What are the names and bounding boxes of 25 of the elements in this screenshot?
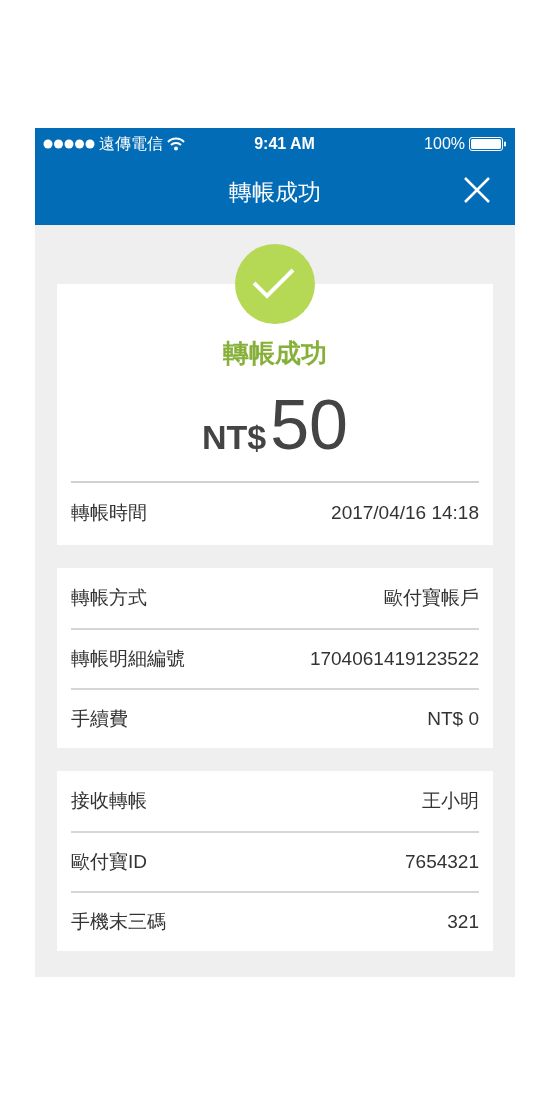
row-value: 321 <box>447 909 479 934</box>
currency-symbol: NT$ <box>201 417 267 458</box>
screen-title: 轉帳成功 <box>229 178 321 208</box>
carrier-name: 遠傳電信 <box>99 134 163 154</box>
row-label: 手續費 <box>71 706 128 731</box>
row-label: 歐付寶ID <box>71 849 147 874</box>
row-label: 轉帳明細編號 <box>71 646 185 671</box>
row-label: 轉帳時間 <box>71 500 147 525</box>
signal-icon <box>43 139 95 149</box>
battery-icon <box>469 137 507 151</box>
close-button[interactable] <box>463 176 491 204</box>
wifi-icon <box>167 137 185 151</box>
row-value: 1704061419123522 <box>309 646 479 671</box>
row-label: 接收轉帳 <box>71 788 147 813</box>
row-value: 7654321 <box>405 849 479 874</box>
battery-percent: 100% <box>424 134 465 154</box>
amount: 50 <box>270 387 349 463</box>
row-value: 2017/04/16 14:18 <box>331 500 479 525</box>
status-heading: 轉帳成功 <box>223 337 327 370</box>
row-label: 轉帳方式 <box>71 585 147 610</box>
row-value: 王小明 <box>422 788 479 813</box>
row-label: 手機末三碼 <box>71 909 166 934</box>
clock: 9:41 AM <box>254 134 315 154</box>
row-value: NT$ 0 <box>427 706 479 731</box>
row-value: 歐付寶帳戶 <box>384 585 479 610</box>
